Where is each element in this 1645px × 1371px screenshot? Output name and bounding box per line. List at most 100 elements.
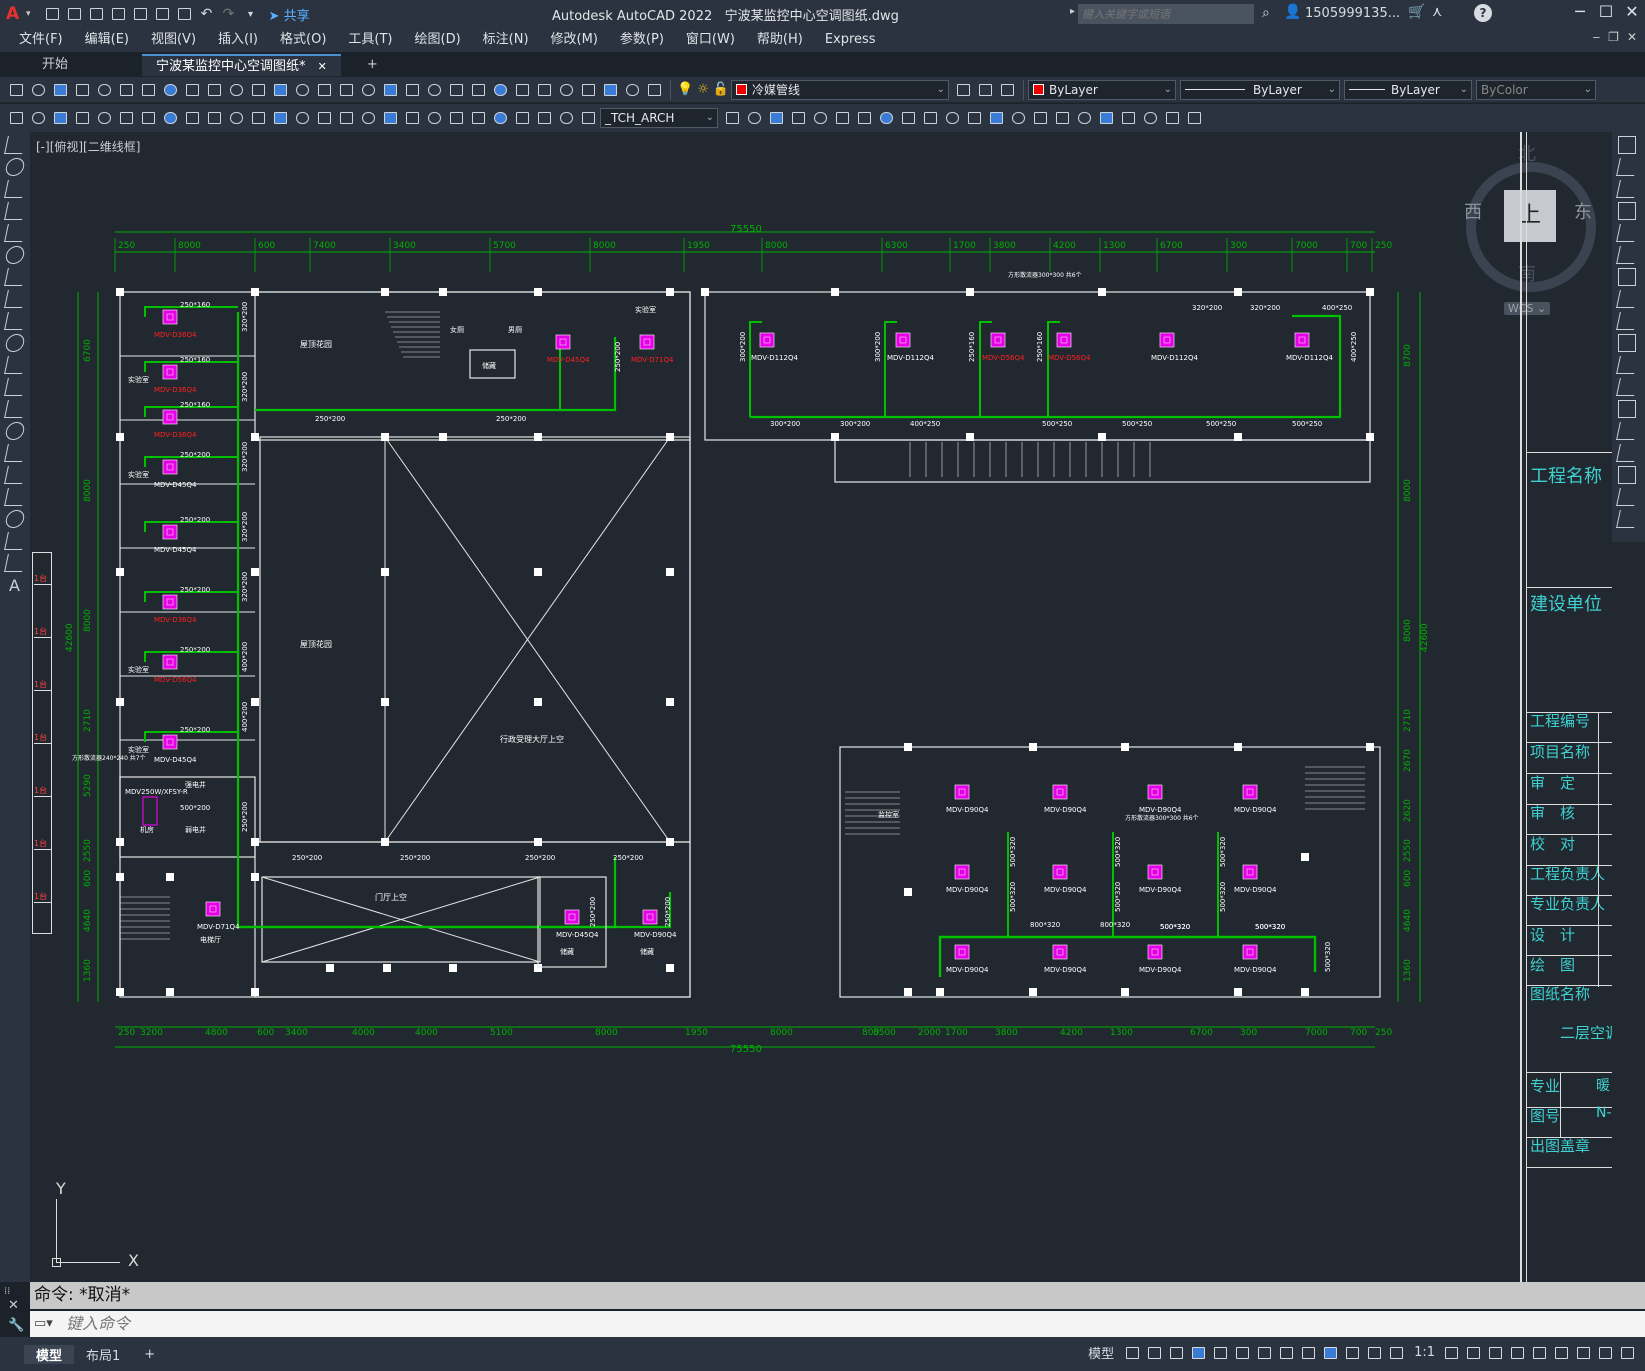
layer-properties-icon[interactable] bbox=[953, 81, 973, 99]
edit-tool-icon[interactable] bbox=[1118, 109, 1138, 127]
layer-on-icon[interactable]: 💡 bbox=[677, 82, 693, 97]
draw-tool-icon[interactable] bbox=[358, 109, 378, 127]
status-toggle-icon[interactable] bbox=[1166, 1344, 1186, 1362]
search-icon[interactable]: ⌕ bbox=[1262, 5, 1270, 21]
draw-tool-icon[interactable] bbox=[402, 109, 422, 127]
menu-item-2[interactable]: 视图(V) bbox=[140, 28, 207, 52]
standard-tool-icon[interactable] bbox=[94, 81, 114, 99]
edit-tool-icon[interactable] bbox=[1184, 109, 1204, 127]
menu-item-5[interactable]: 工具(T) bbox=[337, 28, 403, 52]
modify-tool-icon[interactable] bbox=[1618, 334, 1636, 352]
draw-tool-icon[interactable] bbox=[4, 158, 26, 176]
standard-tool-icon[interactable] bbox=[204, 81, 224, 99]
standard-tool-icon[interactable] bbox=[600, 81, 620, 99]
color-dropdown[interactable]: ByLayer ⌄ bbox=[1028, 79, 1177, 100]
standard-tool-icon[interactable] bbox=[578, 81, 598, 99]
status-toggle-icon[interactable] bbox=[1485, 1344, 1505, 1362]
standard-tool-icon[interactable] bbox=[6, 81, 26, 99]
layer-dropdown[interactable]: 冷媒管线 ⌄ bbox=[731, 79, 950, 100]
edit-tool-icon[interactable] bbox=[1008, 109, 1028, 127]
standard-tool-icon[interactable] bbox=[138, 81, 158, 99]
draw-tool-icon[interactable] bbox=[4, 180, 26, 198]
share-button[interactable]: ➤ 共享 bbox=[269, 5, 310, 24]
draw-tool-icon[interactable] bbox=[4, 466, 26, 484]
standard-tool-icon[interactable] bbox=[336, 81, 356, 99]
status-toggle-icon[interactable] bbox=[1122, 1344, 1142, 1362]
menu-item-10[interactable]: 窗口(W) bbox=[675, 28, 746, 52]
status-toggle-icon[interactable] bbox=[1298, 1344, 1318, 1362]
draw-tool-icon[interactable] bbox=[138, 109, 158, 127]
command-prompt-icon[interactable]: ▭▾ bbox=[34, 1311, 53, 1337]
draw-tool-icon[interactable] bbox=[336, 109, 356, 127]
menu-item-3[interactable]: 插入(I) bbox=[207, 28, 269, 52]
draw-tool-icon[interactable] bbox=[468, 109, 488, 127]
draw-tool-icon[interactable] bbox=[4, 136, 26, 154]
standard-tool-icon[interactable] bbox=[182, 81, 202, 99]
save-as-icon[interactable] bbox=[109, 5, 129, 23]
drawing-viewport[interactable]: [-][俯视][二维线框] 75550 75550 250 8000 600 7400 34… bbox=[30, 132, 1612, 1282]
edit-tool-icon[interactable] bbox=[1140, 109, 1160, 127]
command-grip-icon[interactable]: ⁞⁞ bbox=[4, 1286, 10, 1297]
edit-tool-icon[interactable] bbox=[1030, 109, 1050, 127]
draw-tool-icon[interactable] bbox=[4, 400, 26, 418]
draw-tool-icon[interactable] bbox=[292, 109, 312, 127]
new-file-icon[interactable] bbox=[43, 5, 63, 23]
edit-tool-icon[interactable] bbox=[788, 109, 808, 127]
menu-item-11[interactable]: 帮助(H) bbox=[746, 28, 814, 52]
tab-close-icon[interactable]: ✕ bbox=[318, 60, 327, 73]
linetype-dropdown[interactable]: ByLayer ⌄ bbox=[1180, 79, 1341, 100]
draw-tool-icon[interactable] bbox=[116, 109, 136, 127]
modify-tool-icon[interactable] bbox=[1616, 246, 1638, 264]
draw-tool-icon[interactable] bbox=[556, 109, 576, 127]
status-toggle-icon[interactable] bbox=[1573, 1344, 1593, 1362]
minimize-icon[interactable]: ─ bbox=[1567, 2, 1593, 21]
modify-tool-icon[interactable] bbox=[1616, 356, 1638, 374]
status-toggle-icon[interactable] bbox=[1276, 1344, 1296, 1362]
standard-tool-icon[interactable] bbox=[468, 81, 488, 99]
standard-tool-icon[interactable] bbox=[28, 81, 48, 99]
doc-minimize-icon[interactable]: ‒ bbox=[1593, 30, 1601, 44]
standard-tool-icon[interactable] bbox=[72, 81, 92, 99]
menu-item-0[interactable]: 文件(F) bbox=[8, 28, 74, 52]
plotstyle-dropdown[interactable]: ByColor ⌄ bbox=[1476, 79, 1597, 100]
draw-tool-icon[interactable] bbox=[72, 109, 92, 127]
standard-tool-icon[interactable] bbox=[424, 81, 444, 99]
layer-unlock-icon[interactable]: 🔓 bbox=[713, 82, 729, 97]
edit-tool-icon[interactable] bbox=[810, 109, 830, 127]
status-toggle-icon[interactable] bbox=[1551, 1344, 1571, 1362]
modify-tool-icon[interactable] bbox=[1616, 312, 1638, 330]
close-icon[interactable]: ✕ bbox=[1619, 2, 1645, 21]
draw-tool-icon[interactable] bbox=[4, 356, 26, 374]
command-customize-icon[interactable]: 🔧 bbox=[8, 1318, 24, 1333]
cart-icon[interactable]: 🛒 bbox=[1408, 4, 1425, 20]
compass-west[interactable]: 西 bbox=[1464, 198, 1482, 224]
edit-tool-icon[interactable] bbox=[942, 109, 962, 127]
draw-tool-icon[interactable] bbox=[4, 422, 26, 440]
draw-tool-icon[interactable] bbox=[160, 109, 180, 127]
draw-tool-icon[interactable] bbox=[424, 109, 444, 127]
draw-tool-icon[interactable] bbox=[4, 510, 26, 528]
user-account[interactable]: 1505999135... bbox=[1305, 6, 1400, 21]
draw-tool-icon[interactable] bbox=[28, 109, 48, 127]
draw-tool-icon[interactable] bbox=[50, 109, 70, 127]
menu-item-8[interactable]: 修改(M) bbox=[540, 28, 609, 52]
open-file-icon[interactable] bbox=[65, 5, 85, 23]
status-toggle-icon[interactable] bbox=[1595, 1344, 1615, 1362]
modify-tool-icon[interactable] bbox=[1616, 488, 1638, 506]
status-toggle-icon[interactable] bbox=[1210, 1344, 1230, 1362]
status-toggle-icon[interactable] bbox=[1441, 1344, 1461, 1362]
edit-tool-icon[interactable] bbox=[986, 109, 1006, 127]
draw-tool-icon[interactable] bbox=[4, 532, 26, 550]
edit-tool-icon[interactable] bbox=[1052, 109, 1072, 127]
save-to-web-icon[interactable] bbox=[153, 5, 173, 23]
standard-tool-icon[interactable] bbox=[556, 81, 576, 99]
draw-tool-icon[interactable] bbox=[4, 554, 26, 572]
annotation-scale[interactable]: 1:1 bbox=[1414, 1345, 1435, 1360]
lineweight-dropdown[interactable]: ByLayer ⌄ bbox=[1344, 79, 1473, 100]
standard-tool-icon[interactable] bbox=[248, 81, 268, 99]
edit-tool-icon[interactable] bbox=[744, 109, 764, 127]
edit-tool-icon[interactable] bbox=[1074, 109, 1094, 127]
standard-tool-icon[interactable] bbox=[270, 81, 290, 99]
status-toggle-icon[interactable] bbox=[1364, 1344, 1384, 1362]
draw-tool-icon[interactable] bbox=[4, 444, 26, 462]
